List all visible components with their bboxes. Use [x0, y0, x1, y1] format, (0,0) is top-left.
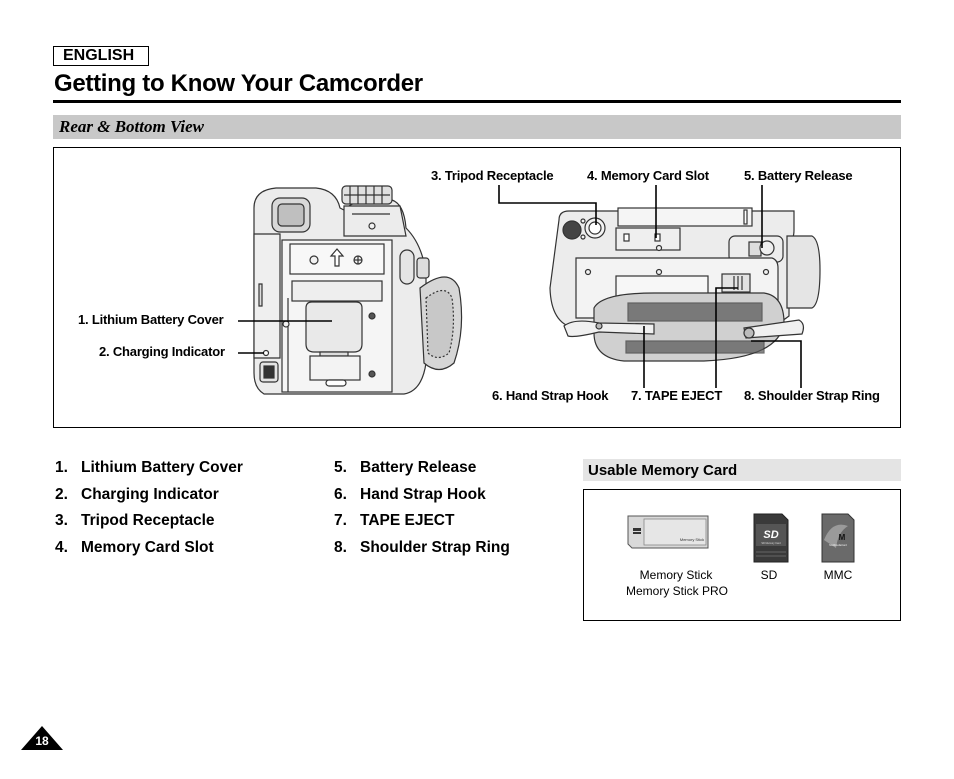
legend-label: Lithium Battery Cover [81, 459, 243, 476]
camcorder-illustration [238, 185, 821, 395]
memory-stick-image: Memory Stick [627, 515, 709, 549]
mmc-card-image: M MultiMediaCard [821, 513, 855, 563]
legend-label: Memory Card Slot [81, 539, 214, 556]
legend-item: 7. TAPE EJECT [334, 512, 454, 530]
legend-number: 3. [55, 512, 68, 529]
page-title: Getting to Know Your Camcorder [54, 70, 423, 97]
section-title: Rear & Bottom View [59, 117, 204, 136]
legend-number: 4. [55, 539, 68, 556]
callout-battery-release: 5. Battery Release [744, 168, 853, 183]
callout-memory-card-slot: 4. Memory Card Slot [587, 168, 709, 183]
memory-stick-label-line2: Memory Stick PRO [626, 584, 729, 598]
legend-number: 1. [55, 459, 68, 476]
page-number: 18 [35, 734, 49, 748]
mmc-label: MMC [823, 568, 853, 582]
legend-number: 5. [334, 459, 347, 476]
legend-label: TAPE EJECT [360, 512, 455, 529]
legend-label: Shoulder Strap Ring [360, 539, 510, 556]
legend-number: 8. [334, 539, 347, 556]
camcorder-rear-view [253, 185, 463, 395]
memory-card-header: Usable Memory Card [583, 459, 901, 481]
callout-hand-strap-hook: 6. Hand Strap Hook [492, 388, 609, 403]
memory-card-title: Usable Memory Card [588, 462, 738, 479]
legend-number: 2. [55, 486, 68, 503]
callout-lithium-battery-cover: 1. Lithium Battery Cover [78, 312, 224, 327]
section-header: Rear & Bottom View [53, 115, 901, 139]
callout-shoulder-strap-ring: 8. Shoulder Strap Ring [744, 388, 880, 403]
legend-item: 2. Charging Indicator [55, 486, 219, 504]
sd-subtext: SD Memory Card [761, 542, 781, 545]
legend-label: Charging Indicator [81, 486, 219, 503]
legend-item: 6. Hand Strap Hook [334, 486, 486, 504]
legend-label: Hand Strap Hook [360, 486, 486, 503]
legend-item: 1. Lithium Battery Cover [55, 459, 243, 477]
sd-logo-text: SD [763, 529, 778, 541]
legend-label: Battery Release [360, 459, 477, 476]
camcorder-figure: 1. Lithium Battery Cover 2. Charging Ind… [53, 147, 901, 428]
memory-stick-label: Memory Stick Memory Stick PRO [626, 567, 729, 599]
legend-number: 6. [334, 486, 347, 503]
callout-tape-eject: 7. TAPE EJECT [631, 388, 723, 403]
mmc-logo-text: M [839, 533, 846, 542]
legend-item: 4. Memory Card Slot [55, 539, 214, 557]
legend-number: 7. [334, 512, 347, 529]
memory-card-images: Memory Stick SD SD Memory Card M MultiMe… [627, 513, 855, 563]
camcorder-bottom-view [549, 207, 821, 362]
memory-stick-logo-text: Memory Stick [680, 537, 704, 542]
title-divider [53, 100, 901, 103]
callout-tripod-receptacle: 3. Tripod Receptacle [431, 168, 554, 183]
memory-stick-label-line1: Memory Stick [639, 568, 713, 582]
legend-item: 8. Shoulder Strap Ring [334, 539, 510, 557]
sd-card-image: SD SD Memory Card [753, 513, 789, 563]
legend-item: 3. Tripod Receptacle [55, 512, 215, 530]
callout-charging-indicator: 2. Charging Indicator [99, 344, 225, 359]
legend-label: Tripod Receptacle [81, 512, 215, 529]
mmc-subtext: MultiMediaCard [829, 544, 847, 547]
legend-item: 5. Battery Release [334, 459, 476, 477]
sd-label: SD [760, 568, 778, 582]
language-badge: ENGLISH [53, 46, 149, 66]
memory-card-panel: Memory Stick SD SD Memory Card M MultiMe… [583, 489, 901, 621]
